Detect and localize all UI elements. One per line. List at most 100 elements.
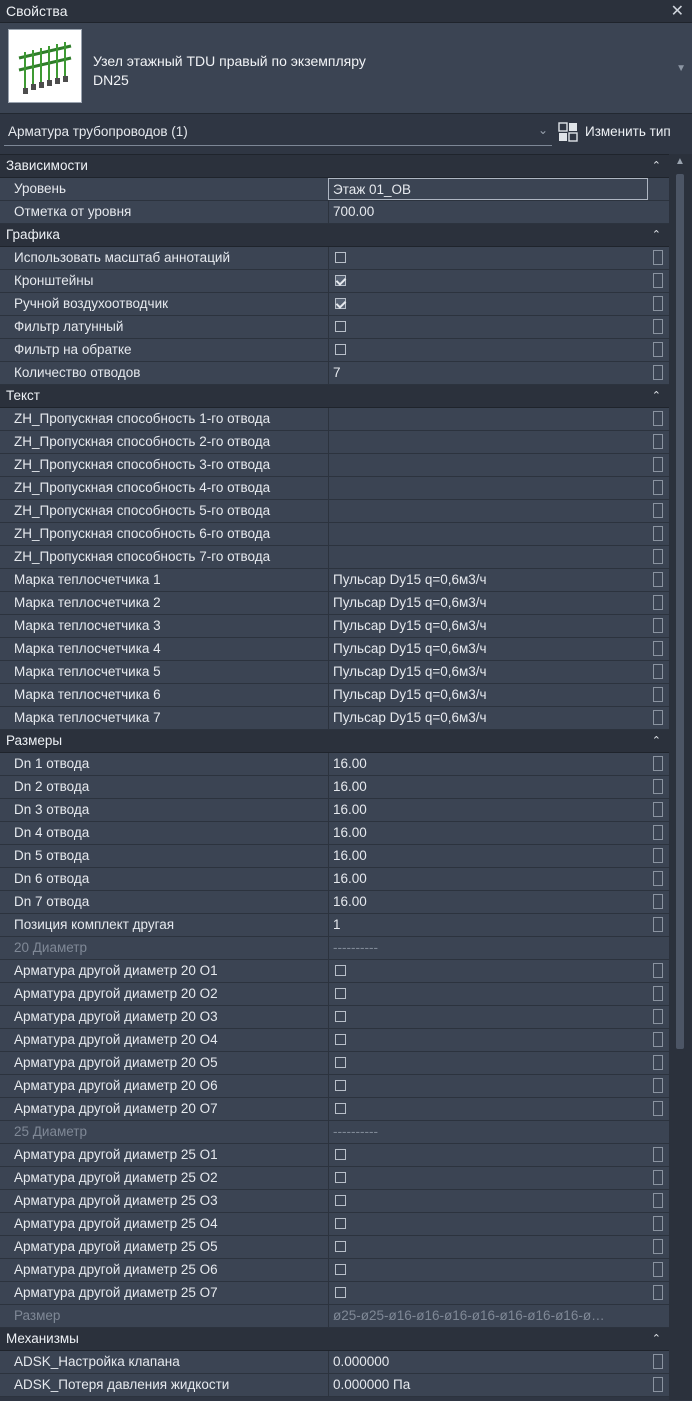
property-value[interactable]	[328, 546, 648, 568]
section-header[interactable]: Размеры ⌃	[0, 730, 669, 753]
section-header[interactable]: Механизмы ⌃	[0, 1328, 669, 1351]
associate-parameter-button[interactable]	[653, 618, 663, 633]
associate-parameter-button[interactable]	[653, 1262, 663, 1277]
property-checkbox[interactable]	[335, 1264, 346, 1275]
associate-parameter-button[interactable]	[653, 342, 663, 357]
property-value[interactable]	[328, 408, 648, 430]
associate-parameter-button[interactable]	[653, 1216, 663, 1231]
associate-parameter-button[interactable]	[653, 1354, 663, 1369]
property-value[interactable]: 16.00	[328, 799, 648, 821]
property-value[interactable]: Пульсар Dy15 q=0,6м3/ч	[328, 592, 648, 614]
property-value[interactable]: 16.00	[328, 891, 648, 913]
associate-parameter-button[interactable]	[653, 503, 663, 518]
property-checkbox[interactable]	[335, 1057, 346, 1068]
collapse-icon[interactable]: ⌃	[652, 224, 661, 246]
category-filter-dropdown[interactable]: Арматура трубопроводов (1) ⌄	[4, 119, 552, 146]
associate-parameter-button[interactable]	[653, 411, 663, 426]
associate-parameter-button[interactable]	[653, 664, 663, 679]
associate-parameter-button[interactable]	[653, 595, 663, 610]
property-value[interactable]: Пульсар Dy15 q=0,6м3/ч	[328, 684, 648, 706]
associate-parameter-button[interactable]	[653, 365, 663, 380]
associate-parameter-button[interactable]	[653, 871, 663, 886]
property-value[interactable]: Этаж 01_ОВ	[328, 178, 648, 200]
property-value[interactable]: Пульсар Dy15 q=0,6м3/ч	[328, 615, 648, 637]
associate-parameter-button[interactable]	[653, 1101, 663, 1116]
close-icon[interactable]: ✕	[671, 1, 684, 21]
associate-parameter-button[interactable]	[653, 572, 663, 587]
associate-parameter-button[interactable]	[653, 1193, 663, 1208]
associate-parameter-button[interactable]	[653, 756, 663, 771]
associate-parameter-button[interactable]	[653, 917, 663, 932]
associate-parameter-button[interactable]	[653, 1009, 663, 1024]
property-checkbox[interactable]	[335, 275, 346, 286]
associate-parameter-button[interactable]	[653, 250, 663, 265]
property-value[interactable]: 0.000000	[328, 1351, 648, 1373]
property-value[interactable]: Пульсар Dy15 q=0,6м3/ч	[328, 707, 648, 729]
associate-parameter-button[interactable]	[653, 802, 663, 817]
property-value[interactable]	[328, 454, 648, 476]
property-value[interactable]: 0.000000 Па	[328, 1374, 648, 1396]
property-value[interactable]: Пульсар Dy15 q=0,6м3/ч	[328, 638, 648, 660]
property-value[interactable]	[328, 523, 648, 545]
associate-parameter-button[interactable]	[653, 1170, 663, 1185]
property-value[interactable]: 700.00	[328, 201, 648, 223]
property-value[interactable]: 16.00	[328, 822, 648, 844]
property-checkbox[interactable]	[335, 1149, 346, 1160]
associate-parameter-button[interactable]	[653, 848, 663, 863]
property-value[interactable]: 16.00	[328, 868, 648, 890]
property-checkbox[interactable]	[335, 1172, 346, 1183]
collapse-icon[interactable]: ⌃	[652, 155, 661, 177]
section-header[interactable]: Зависимости ⌃	[0, 155, 669, 178]
property-checkbox[interactable]	[335, 965, 346, 976]
associate-parameter-button[interactable]	[653, 986, 663, 1001]
property-checkbox[interactable]	[335, 298, 346, 309]
associate-parameter-button[interactable]	[653, 480, 663, 495]
associate-parameter-button[interactable]	[653, 963, 663, 978]
property-value[interactable]: 16.00	[328, 753, 648, 775]
associate-parameter-button[interactable]	[653, 825, 663, 840]
associate-parameter-button[interactable]	[653, 710, 663, 725]
associate-parameter-button[interactable]	[653, 1078, 663, 1093]
collapse-icon[interactable]: ⌃	[652, 385, 661, 407]
scrollbar-thumb[interactable]	[676, 174, 684, 1049]
property-checkbox[interactable]	[335, 1287, 346, 1298]
property-checkbox[interactable]	[335, 988, 346, 999]
associate-parameter-button[interactable]	[653, 779, 663, 794]
property-checkbox[interactable]	[335, 1034, 346, 1045]
property-checkbox[interactable]	[335, 1195, 346, 1206]
associate-parameter-button[interactable]	[653, 1285, 663, 1300]
property-checkbox[interactable]	[335, 1241, 346, 1252]
associate-parameter-button[interactable]	[653, 1055, 663, 1070]
associate-parameter-button[interactable]	[653, 296, 663, 311]
associate-parameter-button[interactable]	[653, 319, 663, 334]
property-value[interactable]: 7	[328, 362, 648, 384]
section-header[interactable]: Графика ⌃	[0, 224, 669, 247]
type-selector[interactable]: Узел этажный TDU правый по экземпляру DN…	[0, 23, 692, 114]
property-value[interactable]	[328, 500, 648, 522]
property-value[interactable]	[328, 477, 648, 499]
associate-parameter-button[interactable]	[653, 434, 663, 449]
associate-parameter-button[interactable]	[653, 687, 663, 702]
scroll-up-icon[interactable]: ▲	[675, 156, 685, 167]
property-checkbox[interactable]	[335, 1011, 346, 1022]
property-checkbox[interactable]	[335, 1103, 346, 1114]
property-checkbox[interactable]	[335, 252, 346, 263]
property-checkbox[interactable]	[335, 344, 346, 355]
property-checkbox[interactable]	[335, 1080, 346, 1091]
chevron-down-icon[interactable]: ▼	[676, 63, 686, 74]
property-value[interactable]: 16.00	[328, 845, 648, 867]
associate-parameter-button[interactable]	[653, 526, 663, 541]
associate-parameter-button[interactable]	[653, 273, 663, 288]
property-value[interactable]	[328, 431, 648, 453]
associate-parameter-button[interactable]	[653, 1377, 663, 1392]
vertical-scrollbar[interactable]: ▲	[669, 154, 692, 1400]
property-checkbox[interactable]	[335, 1218, 346, 1229]
section-header[interactable]: Текст ⌃	[0, 385, 669, 408]
property-checkbox[interactable]	[335, 321, 346, 332]
associate-parameter-button[interactable]	[653, 894, 663, 909]
property-value[interactable]: Пульсар Dy15 q=0,6м3/ч	[328, 569, 648, 591]
property-value[interactable]: 16.00	[328, 776, 648, 798]
associate-parameter-button[interactable]	[653, 457, 663, 472]
associate-parameter-button[interactable]	[653, 549, 663, 564]
property-value[interactable]: 1	[328, 914, 648, 936]
